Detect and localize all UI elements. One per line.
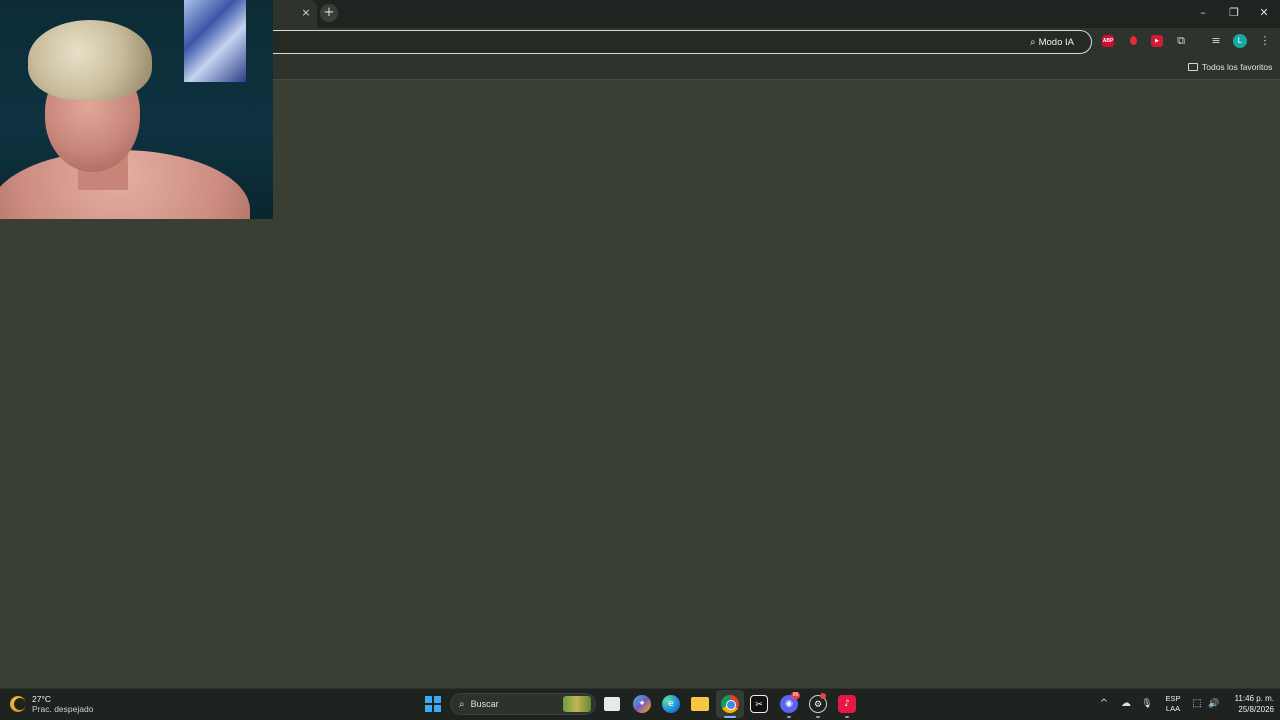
restore-button[interactable]: ❐: [1222, 4, 1246, 22]
discord-running-indicator: [787, 716, 791, 718]
webcam-overlay: [0, 0, 273, 219]
copilot-icon[interactable]: ✦: [633, 695, 651, 713]
red-extension-icon[interactable]: ▶: [1151, 35, 1163, 47]
minimize-button[interactable]: –: [1191, 4, 1215, 22]
new-tab-button[interactable]: +: [320, 4, 338, 22]
steam-notification-badge: [820, 693, 826, 699]
tiktok-icon[interactable]: ♪: [838, 695, 856, 713]
moon-weather-icon: [10, 696, 26, 712]
media-controls-icon[interactable]: ≡: [1208, 33, 1224, 49]
language-indicator[interactable]: ESP LAA: [1164, 694, 1182, 714]
volume-icon[interactable]: 🔊: [1207, 697, 1221, 711]
keyboard-layout: LAA: [1165, 704, 1181, 713]
modo-ia-label: Modo IA: [1038, 36, 1074, 48]
folder-icon: [1188, 63, 1198, 71]
tab-close-icon[interactable]: ×: [298, 5, 314, 21]
start-button[interactable]: [425, 696, 441, 712]
steam-running-indicator: [816, 716, 820, 718]
search-label: Buscar: [470, 699, 499, 709]
task-view-icon[interactable]: [604, 697, 620, 711]
chrome-icon[interactable]: [721, 695, 739, 713]
all-bookmarks-label: Todos los favoritos: [1202, 62, 1273, 72]
chrome-active-indicator: [724, 716, 736, 718]
close-window-button[interactable]: ✕: [1252, 4, 1276, 22]
weather-widget[interactable]: 27°C Prac. despejado: [10, 692, 93, 716]
clock-date: 25/8/2026: [1238, 705, 1274, 714]
all-bookmarks-button[interactable]: Todos los favoritos: [1188, 61, 1272, 73]
windows-logo-icon: [425, 696, 432, 703]
adblock-extension-icon[interactable]: ABP: [1102, 35, 1114, 47]
weather-temperature: 27°C: [32, 694, 51, 704]
search-icon: ⌕: [459, 698, 465, 710]
person-hair: [28, 20, 152, 100]
language-code: ESP: [1165, 694, 1181, 703]
tiktok-running-indicator: [845, 716, 849, 718]
search-highlight-image: [563, 696, 591, 712]
file-explorer-icon[interactable]: [691, 697, 709, 711]
network-icon[interactable]: ⬚: [1190, 697, 1204, 711]
discord-notification-badge: 99: [791, 692, 800, 699]
browser-menu-icon[interactable]: ⋮: [1257, 33, 1273, 49]
address-bar[interactable]: [262, 30, 1092, 54]
wall-poster: [184, 0, 246, 82]
tray-overflow-icon[interactable]: ^: [1097, 697, 1111, 711]
microphone-icon[interactable]: 🎙: [1140, 697, 1154, 711]
edge-icon[interactable]: e: [662, 695, 680, 713]
clock-time: 11:46 p. m.: [1234, 694, 1274, 703]
drop-extension-icon[interactable]: [1127, 35, 1139, 47]
extensions-puzzle-icon[interactable]: ⧉: [1173, 33, 1189, 49]
system-clock[interactable]: 11:46 p. m. 25/8/2026: [1224, 693, 1274, 715]
onedrive-icon[interactable]: ☁: [1119, 697, 1133, 711]
capcut-icon[interactable]: ✂: [750, 695, 768, 713]
profile-avatar[interactable]: L: [1233, 34, 1247, 48]
modo-ia-button[interactable]: ⌕ Modo IA: [1030, 33, 1074, 51]
taskbar-search[interactable]: ⌕ Buscar: [450, 693, 596, 715]
weather-condition: Prac. despejado: [32, 704, 94, 714]
search-spark-icon: ⌕: [1030, 36, 1036, 48]
